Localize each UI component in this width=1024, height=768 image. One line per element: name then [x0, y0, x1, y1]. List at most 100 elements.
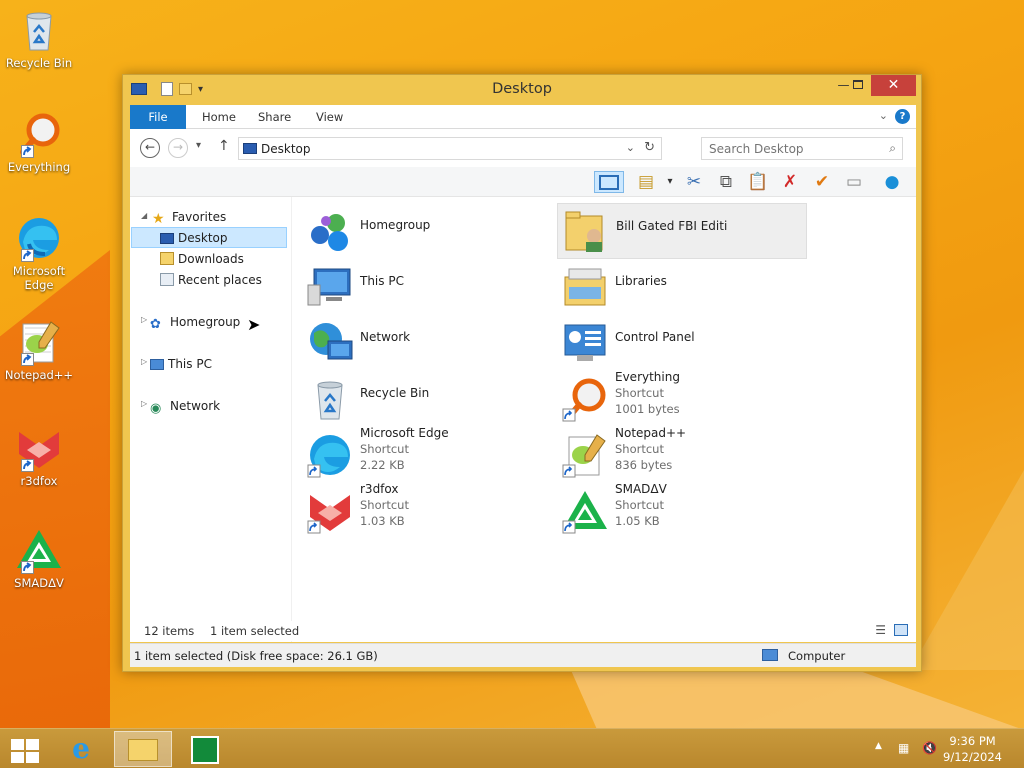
desktop-folder-icon — [160, 233, 174, 244]
expand-network-icon[interactable]: ▷ — [141, 399, 147, 408]
expand-ribbon-icon[interactable]: ⌄ — [879, 109, 888, 122]
desktop-location-icon — [243, 143, 257, 154]
tab-view[interactable]: View — [302, 105, 357, 129]
copy-icon[interactable]: ⧉ — [714, 171, 738, 193]
delete-icon[interactable]: ✗ — [778, 171, 802, 193]
search-input[interactable] — [709, 139, 879, 159]
nav-recent-places[interactable]: Recent places — [160, 270, 262, 291]
star-icon: ★ — [152, 211, 165, 227]
control-panel-icon — [561, 319, 609, 367]
file-name: Bill Gated FBI Editi — [616, 219, 728, 233]
preview-pane-icon[interactable] — [594, 171, 624, 193]
help-icon[interactable]: ? — [895, 109, 910, 124]
expand-homegroup-icon[interactable]: ▷ — [141, 315, 147, 324]
desktop-icon-microsoft-edge[interactable]: Microsoft Edge — [4, 214, 74, 292]
desktop-icon-label: Everything — [7, 160, 71, 174]
file-item-smadav[interactable]: SMADΔV Shortcut 1.05 KB — [557, 482, 807, 539]
file-size: 1.03 KB — [360, 514, 405, 528]
large-icons-view-icon[interactable] — [894, 624, 908, 636]
recent-locations-icon[interactable]: ▾ — [196, 140, 201, 151]
checkmark-icon[interactable]: ✔ — [810, 171, 834, 193]
nav-homegroup[interactable]: ✿ Homegroup — [150, 312, 240, 333]
expand-this-pc-icon[interactable]: ▷ — [141, 357, 147, 366]
tab-share[interactable]: Share — [244, 105, 305, 129]
explorer-window: ▾ Desktop — ✕ File Home Share View ⌄ ? ←… — [122, 74, 922, 672]
file-type: Shortcut — [615, 386, 664, 400]
content-area: ◢ ★ Favorites Desktop Downloads Recent pl… — [130, 197, 916, 642]
nav-label: Desktop — [178, 231, 228, 245]
file-item-control-panel[interactable]: Control Panel — [557, 315, 807, 371]
tab-file[interactable]: File — [130, 105, 186, 129]
collapse-favorites-icon[interactable]: ◢ — [141, 211, 147, 220]
taskbar-store[interactable] — [176, 731, 234, 767]
file-item-notepad-plus-plus[interactable]: Notepad++ Shortcut 836 bytes — [557, 426, 807, 483]
nav-favorites[interactable]: ★ Favorites — [152, 207, 226, 228]
search-icon[interactable]: ⌕ — [889, 141, 896, 156]
file-name: SMADΔV — [615, 482, 667, 496]
wallpaper-shape — [570, 668, 1024, 730]
clock-time: 9:36 PM — [949, 734, 996, 748]
paste-icon[interactable]: 📋 — [746, 171, 770, 193]
network-tray-icon[interactable]: ▦ — [898, 741, 909, 755]
desktop-icon-recycle-bin[interactable]: Recycle Bin — [4, 6, 74, 70]
nav-label: Downloads — [178, 252, 244, 266]
file-item-recycle-bin[interactable]: Recycle Bin — [302, 371, 552, 427]
file-item-bill-gated-fbi-editi[interactable]: Bill Gated FBI Editi — [557, 203, 807, 259]
desktop-icon-label: Microsoft Edge — [12, 264, 66, 292]
tab-home[interactable]: Home — [188, 105, 250, 129]
r3dfox-icon — [306, 487, 354, 535]
title-bar[interactable]: ▾ Desktop — ✕ — [123, 75, 921, 105]
desktop-icon-everything[interactable]: Everything — [4, 110, 74, 174]
file-item-homegroup[interactable]: Homegroup — [302, 203, 552, 259]
forward-button[interactable]: → — [168, 138, 188, 158]
nav-downloads[interactable]: Downloads — [160, 249, 244, 270]
maximize-button[interactable] — [844, 75, 871, 96]
mouse-cursor-icon: ➤ — [247, 315, 261, 334]
file-item-microsoft-edge[interactable]: Microsoft Edge Shortcut 2.22 KB — [302, 426, 552, 483]
refresh-icon[interactable]: ↻ — [644, 140, 655, 155]
file-item-this-pc[interactable]: This PC — [302, 259, 552, 315]
rename-icon[interactable]: ▭ — [842, 171, 866, 193]
back-button[interactable]: ← — [140, 138, 160, 158]
close-button[interactable]: ✕ — [871, 75, 916, 96]
file-item-libraries[interactable]: Libraries — [557, 259, 807, 315]
file-item-everything[interactable]: Everything Shortcut 1001 bytes — [557, 370, 807, 427]
homegroup-icon: ✿ — [150, 317, 161, 332]
smadav-icon — [15, 526, 63, 574]
file-size: 836 bytes — [615, 458, 673, 472]
desktop-icon-label: r3dfox — [20, 474, 58, 488]
file-name: This PC — [360, 274, 404, 288]
file-name: Microsoft Edge — [360, 426, 449, 440]
address-dropdown-icon[interactable]: ⌄ — [626, 141, 635, 154]
shortcut-arrow-icon — [21, 145, 34, 158]
start-button[interactable] — [0, 731, 54, 767]
taskbar-file-explorer[interactable] — [114, 731, 172, 767]
r3dfox-icon — [15, 424, 63, 472]
edge-icon — [306, 431, 354, 479]
desktop-icon-label: Notepad++ — [4, 368, 74, 382]
nav-desktop[interactable]: Desktop — [131, 227, 287, 248]
network-icon — [306, 319, 354, 367]
folder-options-dropdown-icon[interactable]: ▾ — [658, 171, 682, 193]
desktop-icon-r3dfox[interactable]: r3dfox — [4, 424, 74, 488]
nav-this-pc[interactable]: This PC — [150, 354, 212, 375]
details-bar: 1 item selected (Disk free space: 26.1 G… — [130, 643, 916, 667]
computer-zone-icon — [762, 649, 778, 661]
volume-muted-icon[interactable]: 🔇 — [922, 741, 937, 755]
file-item-network[interactable]: Network — [302, 315, 552, 371]
taskbar-internet-explorer[interactable]: e — [52, 731, 110, 767]
desktop-icon-smadav[interactable]: SMADΔV — [4, 526, 74, 590]
details-view-icon[interactable]: ☰ — [875, 623, 886, 637]
cut-icon[interactable]: ✂ — [682, 171, 706, 193]
up-button[interactable]: ↑ — [218, 138, 230, 154]
address-bar[interactable]: Desktop ⌄ ↻ — [238, 137, 662, 160]
file-item-r3dfox[interactable]: r3dfox Shortcut 1.03 KB — [302, 482, 552, 539]
everything-icon — [561, 375, 609, 423]
search-box: ⌕ — [701, 137, 903, 160]
clock[interactable]: 9:36 PM 9/12/2024 — [943, 733, 1002, 765]
folder-options-icon[interactable]: ▤ — [634, 171, 658, 193]
globe-icon[interactable]: ● — [880, 171, 904, 193]
show-hidden-icons-icon[interactable]: ▲ — [875, 741, 882, 751]
nav-network[interactable]: ◉ Network — [150, 396, 220, 417]
desktop-icon-notepad-plus-plus[interactable]: Notepad++ — [4, 318, 74, 382]
